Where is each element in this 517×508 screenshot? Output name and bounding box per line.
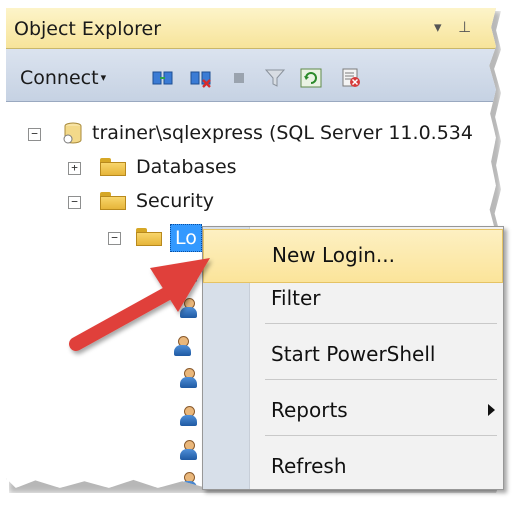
annotation-arrow-icon [69,258,210,351]
screenshot-stage: Object Explorer ▾ ⊥ Connect ▾ − trainer\… [0,0,517,508]
